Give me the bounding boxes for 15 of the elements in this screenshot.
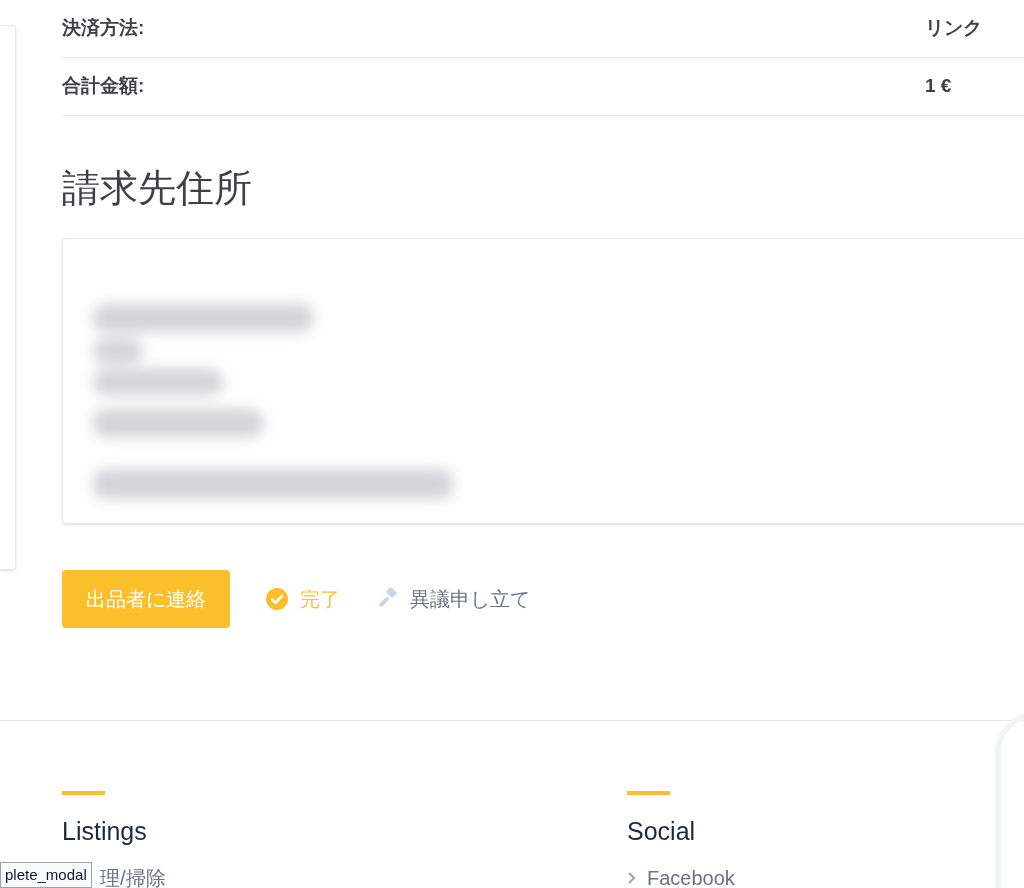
dispute-link[interactable]: 異議申し立て: [376, 584, 530, 614]
chevron-right-icon: [627, 871, 637, 885]
footer-heading: Listings: [62, 816, 148, 847]
footer-link[interactable]: 理/掃除: [100, 863, 627, 888]
footer-heading: Social: [627, 816, 697, 847]
check-circle-icon: [266, 588, 288, 610]
accent-bar: [62, 791, 105, 795]
summary-value: リンク: [925, 16, 982, 41]
summary-label: 合計金額:: [62, 74, 146, 99]
footer-link[interactable]: Facebook: [627, 863, 1024, 888]
accent-bar: [627, 791, 670, 795]
summary-value: 1 €: [925, 74, 952, 99]
summary-label: 決済方法:: [62, 16, 146, 41]
section-heading: 請求先住所: [62, 166, 253, 211]
tooltip: plete_modal: [0, 862, 92, 888]
